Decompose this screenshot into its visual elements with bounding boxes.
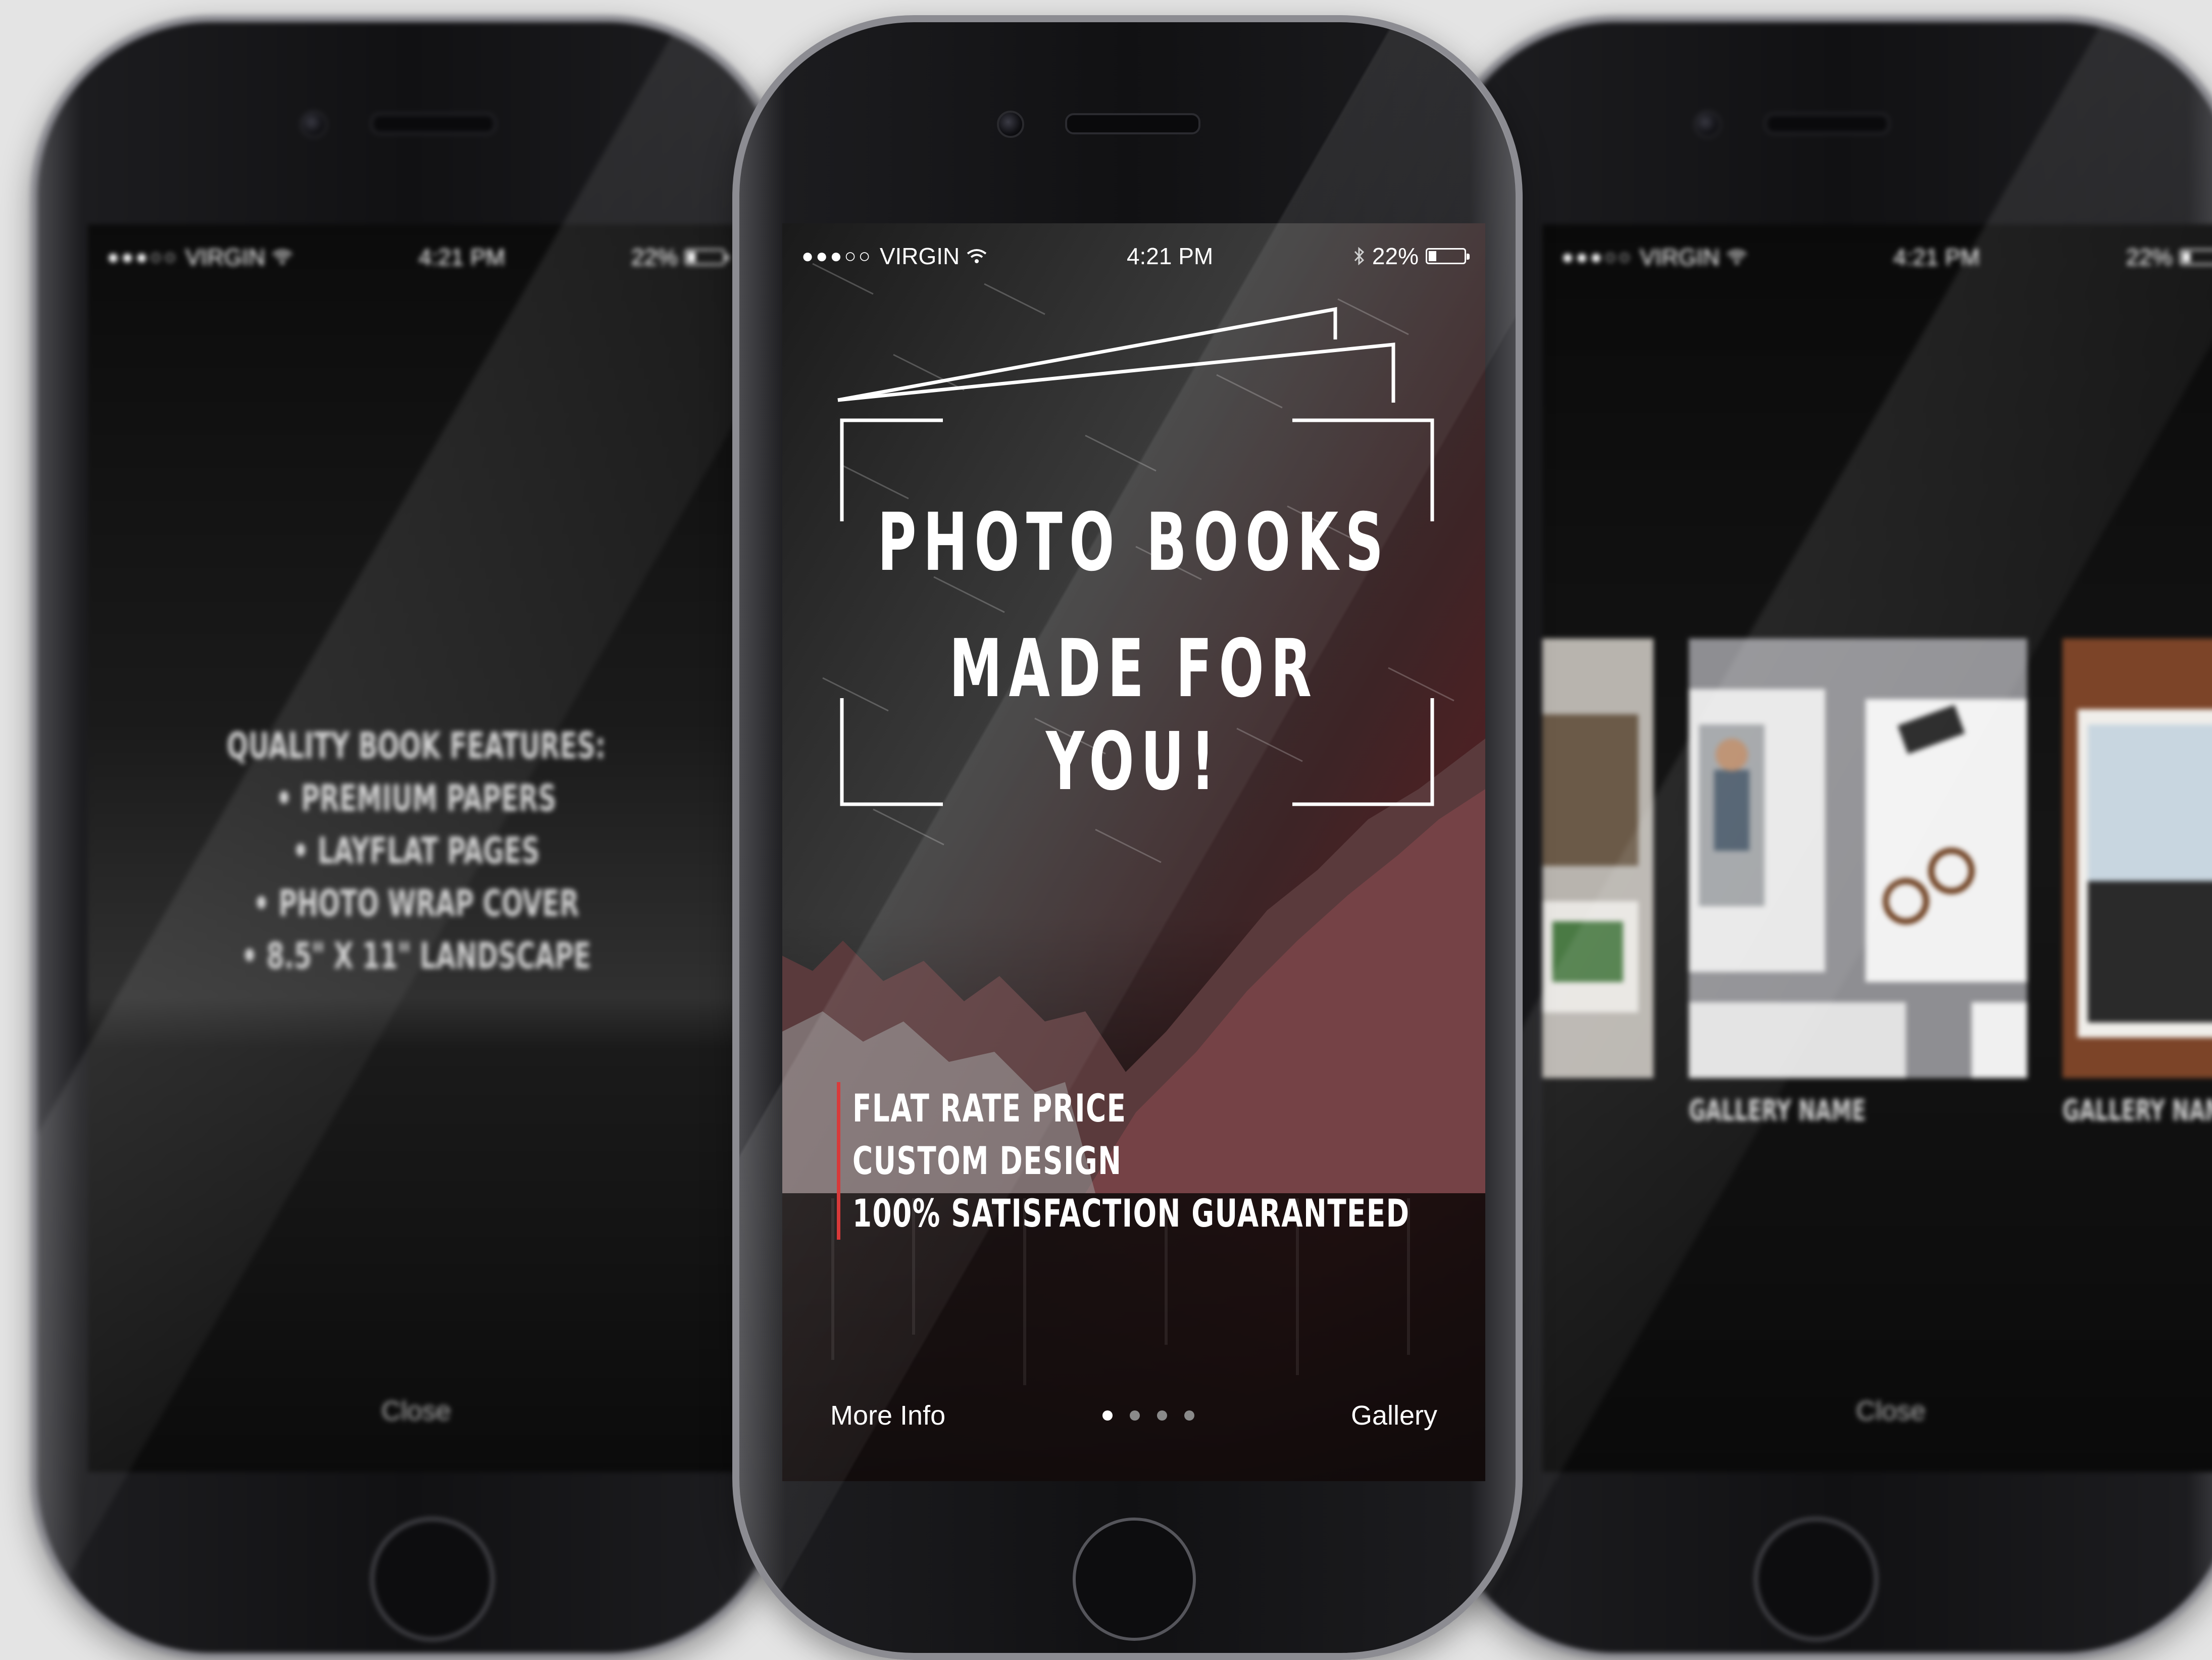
left-screen: ●●●○○ VIRGIN 4:21 PM 22% QUALITY BOOK FE…	[88, 224, 744, 1472]
gallery-photo	[2063, 639, 2212, 1078]
left-phone: ●●●○○ VIRGIN 4:21 PM 22% QUALITY BOOK FE…	[30, 15, 788, 1660]
feature-item: CUSTOM DESIGN	[852, 1138, 1122, 1183]
battery-icon	[2179, 249, 2212, 265]
wifi-icon	[967, 249, 987, 263]
speaker-grille	[1765, 113, 1890, 134]
camera-icon	[300, 111, 327, 138]
bottom-navigation: More Info Gallery	[782, 1390, 1485, 1441]
left-feature-item: • PREMIUM PAPERS	[276, 777, 557, 819]
camera-icon	[997, 111, 1024, 138]
status-time: 4:21 PM	[418, 244, 506, 270]
right-close-button[interactable]: Close	[1542, 1395, 2212, 1427]
bluetooth-icon	[1354, 247, 1365, 265]
battery-percent: 22%	[1372, 243, 1419, 269]
wifi-icon	[273, 250, 292, 264]
more-info-link[interactable]: More Info	[830, 1400, 945, 1431]
gallery-thumbnail[interactable]	[1542, 639, 1653, 1078]
battery-percent: 22%	[2126, 244, 2173, 270]
wifi-icon	[1727, 250, 1747, 264]
page-dot[interactable]	[1102, 1410, 1113, 1421]
left-status-bar: ●●●○○ VIRGIN 4:21 PM 22%	[88, 224, 744, 290]
carrier-name: VIRGIN	[185, 244, 266, 270]
right-status-bar: ●●●○○ VIRGIN 4:21 PM 22%	[1542, 224, 2212, 290]
left-feature-item: • LAYFLAT PAGES	[292, 829, 540, 872]
right-phone: ●●●○○ VIRGIN 4:21 PM 22% GALLERY NAME GA…	[1434, 15, 2212, 1660]
page-dot[interactable]	[1157, 1410, 1167, 1421]
hero-title-line-1: PHOTO BOOKS	[877, 496, 1390, 589]
gallery-name-label: GALLERY NAME	[1689, 1093, 1866, 1128]
left-features-heading: QUALITY BOOK FEATURES:	[226, 724, 606, 767]
signal-strength: ●●●○○	[1562, 246, 1633, 268]
home-button-icon[interactable]	[371, 1518, 494, 1641]
left-feature-item: • 8.5" X 11" LANDSCAPE	[241, 935, 591, 977]
right-screen: ●●●○○ VIRGIN 4:21 PM 22% GALLERY NAME GA…	[1542, 224, 2212, 1472]
signal-strength: ●●●○○	[801, 245, 873, 267]
left-feature-item: • PHOTO WRAP COVER	[253, 882, 579, 924]
center-status-bar: ●●●○○ VIRGIN 4:21 PM 22%	[782, 223, 1485, 289]
battery-icon	[1425, 248, 1470, 264]
gallery-photo	[1542, 639, 1653, 1078]
center-phone: ●●●○○ VIRGIN 4:21 PM 22% PHOTO BOOKS MAD…	[732, 15, 1523, 1660]
carrier-name: VIRGIN	[1639, 244, 1720, 270]
gallery-thumbnail[interactable]	[1689, 639, 2027, 1078]
speaker-grille	[371, 113, 496, 134]
status-time: 4:21 PM	[1126, 243, 1214, 269]
feature-list: FLAT RATE PRICE CUSTOM DESIGN 100% SATIS…	[837, 1082, 1485, 1240]
speaker-grille	[1065, 113, 1200, 134]
center-screen: ●●●○○ VIRGIN 4:21 PM 22% PHOTO BOOKS MAD…	[782, 223, 1485, 1481]
mockup-stage: ●●●○○ VIRGIN 4:21 PM 22% QUALITY BOOK FE…	[0, 0, 2212, 1660]
home-button-icon[interactable]	[1754, 1518, 1878, 1641]
battery-percent: 22%	[631, 244, 678, 270]
feature-item: 100% SATISFACTION GUARANTEED	[852, 1191, 1410, 1236]
camera-icon	[1694, 111, 1721, 138]
carrier-name: VIRGIN	[879, 243, 960, 269]
page-indicator[interactable]	[1102, 1410, 1194, 1421]
left-feature-list: QUALITY BOOK FEATURES: • PREMIUM PAPERS …	[88, 719, 744, 982]
signal-strength: ●●●○○	[107, 246, 178, 268]
feature-item: FLAT RATE PRICE	[852, 1086, 1127, 1131]
gallery-link[interactable]: Gallery	[1351, 1400, 1437, 1431]
page-dot[interactable]	[1184, 1410, 1194, 1421]
page-dot[interactable]	[1129, 1410, 1140, 1421]
gallery-thumbnail[interactable]	[2063, 639, 2212, 1078]
hero-title-line-2: MADE FOR YOU!	[949, 622, 1319, 808]
gallery-name-label: GALLERY NAME	[2063, 1093, 2212, 1128]
gallery-photo	[1689, 639, 2027, 1078]
battery-icon	[684, 249, 729, 265]
home-button-icon[interactable]	[1073, 1518, 1196, 1641]
left-close-button[interactable]: Close	[88, 1395, 744, 1427]
status-time: 4:21 PM	[1893, 244, 1980, 270]
